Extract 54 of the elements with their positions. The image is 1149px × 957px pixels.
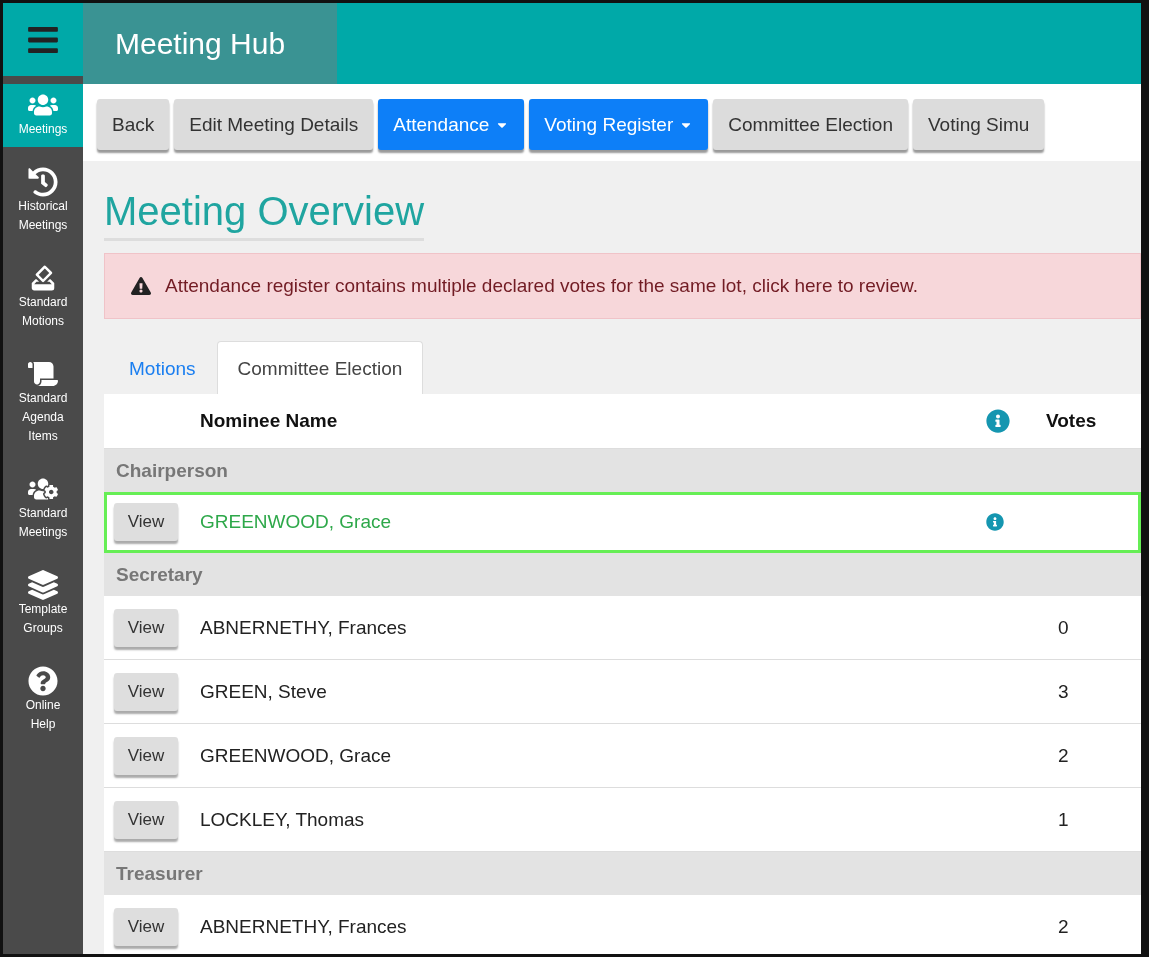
- sidebar-label: Meetings: [18, 121, 68, 138]
- alert-banner[interactable]: Attendance register contains multiple declared votes for the same lot, click here to review.: [104, 253, 1141, 319]
- toolbar-button[interactable]: Voting Register: [529, 99, 709, 150]
- sidebar-label: Template Groups: [17, 601, 69, 637]
- nominee-name: GREENWOOD, Grace: [200, 511, 393, 533]
- sidebar-item[interactable]: Standard Agenda Items: [3, 353, 83, 454]
- page-title: Meeting Overview: [104, 189, 425, 241]
- warning-icon: [131, 276, 151, 296]
- sidebar-label: Historical Meetings: [17, 198, 69, 234]
- alert-text: Attendance register contains multiple declared votes for the same lot, click here to review.: [165, 275, 918, 297]
- info-icon[interactable]: [986, 513, 1004, 531]
- tab[interactable]: Motions: [108, 341, 217, 394]
- sidebar-label: Standard Motions: [17, 294, 69, 330]
- vote-count: 3: [1057, 680, 1070, 703]
- tab[interactable]: Committee Election: [216, 341, 424, 394]
- scroll-icon: [28, 359, 58, 389]
- nominee-name: GREENWOOD, Grace: [200, 744, 393, 767]
- view-button[interactable]: View: [114, 503, 178, 541]
- view-button[interactable]: View: [114, 907, 178, 946]
- column-header: Votes: [1046, 410, 1098, 432]
- nominee-name: ABNERNETHY, Frances: [200, 616, 408, 639]
- toolbar-button[interactable]: Committee Election: [713, 99, 908, 150]
- toolbar-button[interactable]: Back: [97, 99, 170, 150]
- group-header: Secretary: [104, 553, 1141, 596]
- column-header: Nominee Name: [200, 410, 339, 432]
- nominee-name: GREEN, Steve: [200, 680, 328, 703]
- toolbar-button[interactable]: Edit Meeting Details: [174, 99, 374, 150]
- group-header: Treasurer: [104, 852, 1141, 895]
- app-title: Meeting Hub: [83, 3, 337, 84]
- view-button[interactable]: View: [114, 608, 178, 647]
- sidebar-item[interactable]: Online Help: [3, 660, 83, 742]
- sidebar-label: Online Help: [24, 697, 62, 733]
- help-icon: [28, 666, 58, 696]
- view-button[interactable]: View: [114, 800, 178, 839]
- layers-icon: [28, 570, 58, 600]
- vote-count: 1: [1057, 808, 1070, 831]
- group-header: Chairperson: [104, 449, 1141, 492]
- vote-count: 0: [1057, 616, 1070, 639]
- sidebar-item[interactable]: Template Groups: [3, 564, 83, 646]
- sidebar-item[interactable]: Standard Meetings: [3, 468, 83, 550]
- vote-count: 2: [1057, 915, 1070, 938]
- sidebar-label: Standard Meetings: [17, 505, 69, 541]
- nominee-name: LOCKLEY, Thomas: [200, 808, 366, 831]
- view-button[interactable]: View: [114, 736, 178, 775]
- sidebar-label: Standard Agenda Items: [17, 390, 69, 445]
- toolbar-button[interactable]: Attendance: [378, 99, 525, 150]
- nominee-name: ABNERNETHY, Frances: [200, 915, 408, 938]
- sidebar-item[interactable]: Standard Motions: [3, 257, 83, 339]
- toolbar-button[interactable]: Voting Simu: [912, 99, 1045, 150]
- vote-count: 2: [1057, 744, 1070, 767]
- info-icon[interactable]: [986, 409, 1010, 433]
- history-icon: [28, 167, 58, 197]
- sidebar-item[interactable]: Historical Meetings: [3, 161, 83, 243]
- view-button[interactable]: View: [114, 672, 178, 711]
